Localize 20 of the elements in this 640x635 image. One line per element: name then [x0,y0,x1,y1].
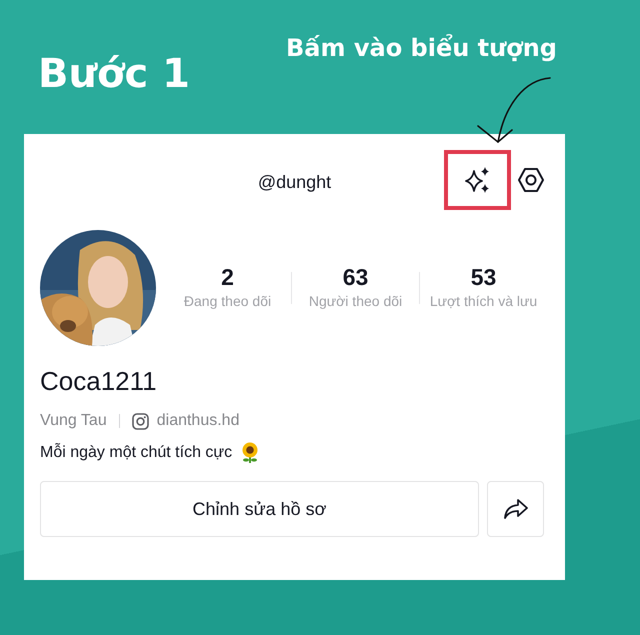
share-button[interactable] [487,481,544,537]
stat-value: 2 [220,264,235,292]
step-title: Bước 1 [38,52,190,96]
stat-value: 63 [342,264,370,292]
instagram-handle[interactable]: dianthus.hd [156,409,240,433]
profile-name: Coca1211 [40,365,158,398]
instruction-text: Bấm vào biểu tượng [286,33,557,64]
sunflower-icon [240,442,260,464]
edit-profile-button[interactable]: Chỉnh sửa hồ sơ [40,481,479,537]
settings-icon [517,166,545,194]
stat-label: Người theo dõi [308,292,404,312]
username: @dunght [258,170,332,194]
instagram-icon [132,412,149,430]
stat-label: Đang theo dõi [182,292,272,312]
share-icon [502,498,528,520]
stat-label: Lượt thích và lưu [428,292,538,312]
stat-value: 53 [470,264,498,292]
location-text: Vung Tau [40,411,107,431]
sparkle-button[interactable] [444,150,511,210]
bio-text: Mỗi ngày một chút tích cực [40,442,232,463]
